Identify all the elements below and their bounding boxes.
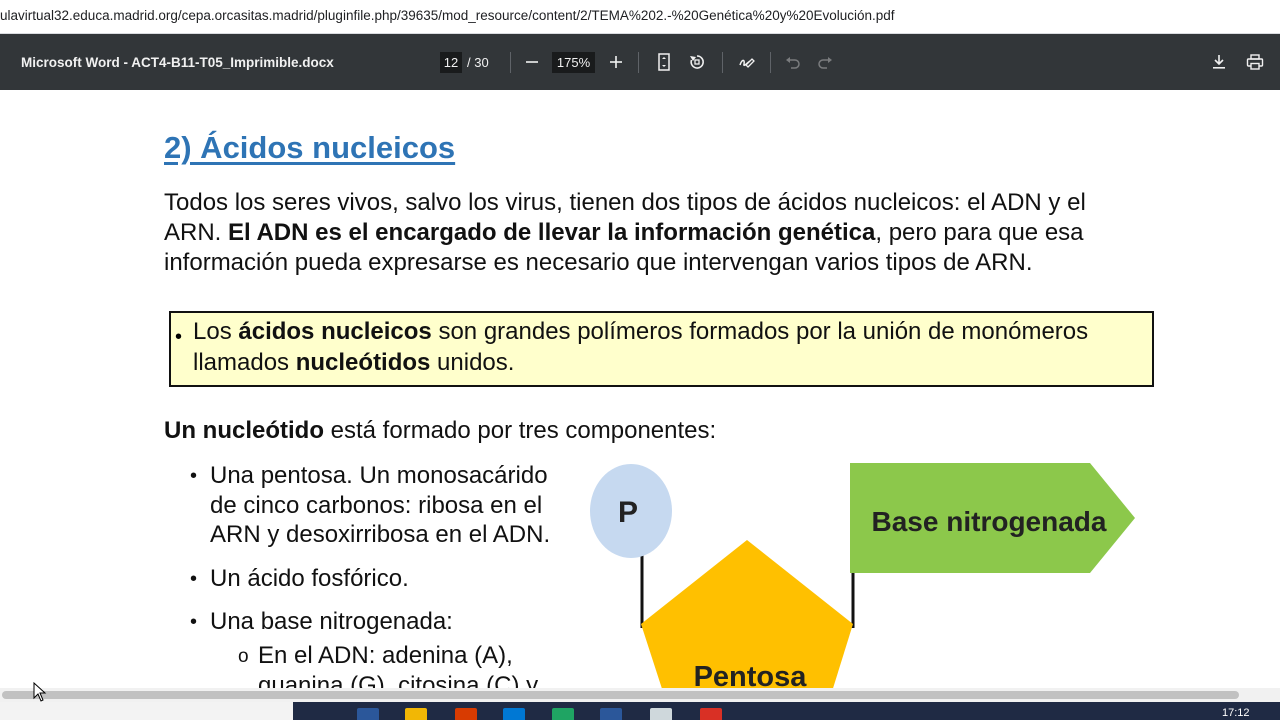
box-line-1: Los ácidos nucleicos son grandes polímer… [193,318,1088,346]
pentose-label: Pentosa [694,661,808,688]
box-text: llamados [193,349,296,376]
scrollbar-thumb[interactable] [2,691,1239,699]
section-heading: 2) Ácidos nucleicos [164,130,456,165]
toolbar-divider [722,52,723,73]
taskbar-clock[interactable]: 17:12 [1222,707,1250,719]
page-number-input[interactable]: 12 [440,52,462,73]
bullet-marker: • [190,465,198,487]
sub-item-line-2: guanina (G), citosina (C) y [258,672,539,688]
taskbar-app-icon[interactable] [455,708,477,720]
item1-line-1: Una pentosa. Un monosacárido [210,462,548,489]
document-title: Microsoft Word - ACT4-B11-T05_Imprimible… [21,55,334,70]
pdf-toolbar: Microsoft Word - ACT4-B11-T05_Imprimible… [0,34,1280,90]
box-text: Los [193,318,239,345]
taskbar-app-icon[interactable] [700,708,722,720]
mouse-cursor-icon [33,682,47,702]
taskbar-app-icon[interactable] [357,708,379,720]
download-icon[interactable] [1207,50,1231,74]
bullet-marker: • [175,326,183,348]
toolbar-divider [770,52,771,73]
zoom-in-icon[interactable] [604,50,628,74]
intro-line-2: ARN. El ADN es el encargado de llevar la… [164,218,1164,248]
bullet-marker: • [190,568,198,590]
address-bar[interactable]: ulavirtual32.educa.madrid.org/cepa.orcas… [0,0,1280,34]
box-line-2: llamados nucleótidos unidos. [193,349,514,377]
sub-item-line-1: En el ADN: adenina (A), [258,642,513,669]
zoom-input[interactable]: 175% [552,52,595,73]
print-icon[interactable] [1243,50,1267,74]
page-total: / 30 [467,55,489,70]
toolbar-divider [638,52,639,73]
taskbar-search[interactable] [0,702,293,720]
intro-line-1: Todos los seres vivos, salvo los virus, … [164,189,1086,216]
item1-line-3: ARN y desoxirribosa en el ADN. [210,521,551,548]
browser-icon[interactable] [552,708,574,720]
box-bold-text: nucleótidos [295,349,431,376]
word-icon[interactable] [600,708,622,720]
redo-icon[interactable] [813,50,837,74]
bullet-marker: • [190,611,198,633]
phosphate-label: P [618,496,638,529]
toolbar-divider [510,52,511,73]
nucleotide-title-rest: está formado por tres componentes: [323,417,717,444]
intro-paragraph: Todos los seres vivos, salvo los virus, … [164,188,1164,278]
url-text[interactable]: ulavirtual32.educa.madrid.org/cepa.orcas… [0,8,895,23]
item1-line-2: de cinco carbonos: ribosa en el [210,492,543,519]
item3-text: Una base nitrogenada: [210,608,453,635]
taskbar: 17:12 [0,702,1280,720]
zoom-out-icon[interactable] [520,50,544,74]
highlight-box: • Los ácidos nucleicos son grandes polím… [169,311,1154,387]
item2-text: Un ácido fosfórico. [210,565,409,592]
rotate-icon[interactable] [685,50,709,74]
horizontal-scrollbar[interactable] [0,688,1280,702]
intro-bold-text: El ADN es el encargado de llevar la info… [228,219,876,246]
nucleotide-title-bold: Un nucleótido [164,417,324,444]
fit-page-icon[interactable] [652,50,676,74]
taskbar-app-icon[interactable] [650,708,672,720]
nucleotide-title: Un nucleótido está formado por tres comp… [164,417,716,445]
intro-text: , pero para que esa [875,219,1084,246]
nucleotide-diagram: Pentosa P Base nitrogenada [590,463,1135,688]
sub-bullet-marker: o [238,646,249,667]
base-label: Base nitrogenada [872,506,1107,537]
box-bold-text: ácidos nucleicos [238,318,432,345]
folder-icon[interactable] [405,708,427,720]
taskbar-app-icon[interactable] [503,708,525,720]
undo-icon[interactable] [781,50,805,74]
box-text: unidos. [430,349,515,376]
intro-line-3: información pueda expresarse es necesari… [164,249,1033,276]
intro-text: ARN. [164,219,229,246]
pdf-page: 2) Ácidos nucleicos Todos los seres vivo… [0,90,1280,688]
box-text: son grandes polímeros formados por la un… [431,318,1089,345]
annotate-icon[interactable] [735,50,759,74]
